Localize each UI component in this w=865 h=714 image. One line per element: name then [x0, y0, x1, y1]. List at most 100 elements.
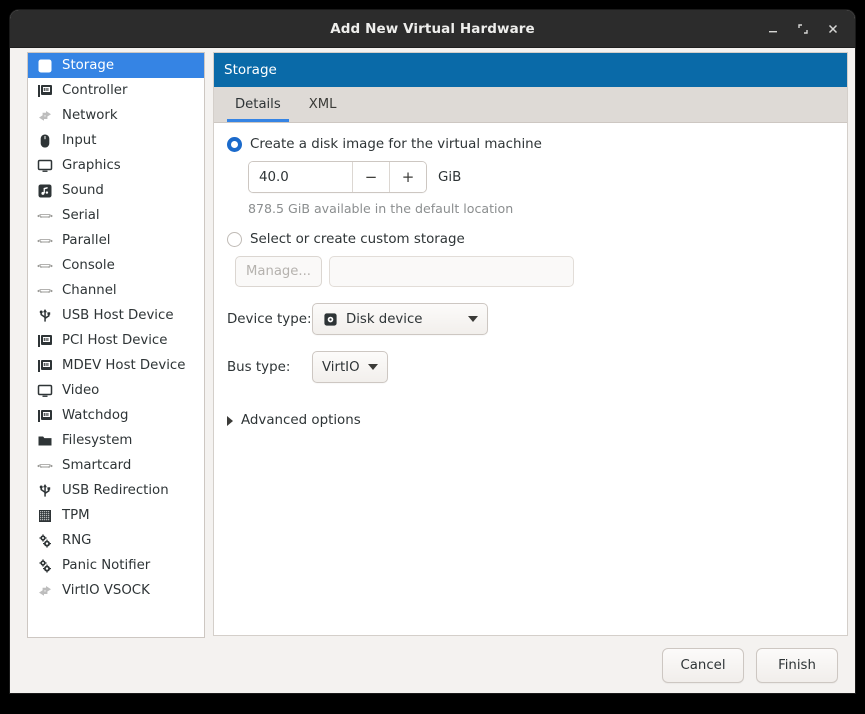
sidebar-item-label: RNG: [62, 533, 92, 548]
sidebar-item-network[interactable]: Network: [28, 103, 204, 128]
title-bar: Add New Virtual Hardware: [10, 10, 855, 48]
sidebar-item-serial[interactable]: Serial: [28, 203, 204, 228]
hardware-category-list[interactable]: Storage Controller Network Input Graphics Sou…: [27, 52, 205, 638]
sidebar-item-label: TPM: [62, 508, 90, 523]
tab-details-label: Details: [235, 97, 281, 112]
card-icon: [37, 83, 53, 99]
sidebar-item-filesystem[interactable]: Filesystem: [28, 428, 204, 453]
disk-size-decrement-button[interactable]: −: [352, 162, 389, 192]
minimize-button[interactable]: [759, 15, 787, 43]
sidebar-item-panic-notifier[interactable]: Panic Notifier: [28, 553, 204, 578]
cancel-button[interactable]: Cancel: [662, 647, 744, 683]
advanced-options-expander[interactable]: Advanced options: [227, 413, 847, 428]
disk-size-spinner[interactable]: 40.0 − +: [248, 161, 427, 193]
bus-type-row: Bus type: VirtIO: [227, 351, 847, 383]
port-icon: [37, 208, 53, 224]
bus-type-value: VirtIO: [322, 359, 360, 375]
sidebar-item-label: Parallel: [62, 233, 111, 248]
disk-icon: [37, 58, 53, 74]
disk-size-input[interactable]: 40.0: [249, 162, 352, 192]
port-icon: [37, 258, 53, 274]
sidebar-item-smartcard[interactable]: Smartcard: [28, 453, 204, 478]
custom-storage-row: Manage...: [235, 256, 847, 287]
sidebar-item-label: Serial: [62, 208, 100, 223]
sidebar-item-label: Console: [62, 258, 115, 273]
sidebar-item-channel[interactable]: Channel: [28, 278, 204, 303]
sidebar-item-virtio-vsock[interactable]: VirtIO VSOCK: [28, 578, 204, 603]
card-icon: [37, 358, 53, 374]
chevron-down-icon: [468, 316, 478, 322]
port-icon: [37, 233, 53, 249]
gears-icon: [37, 558, 53, 574]
disk-size-increment-button[interactable]: +: [389, 162, 426, 192]
chevron-down-icon: [367, 364, 378, 370]
device-type-dropdown[interactable]: Disk device: [312, 303, 488, 335]
manage-button[interactable]: Manage...: [235, 256, 322, 287]
custom-storage-radio-label: Select or create custom storage: [250, 232, 465, 247]
sidebar-item-label: Graphics: [62, 158, 121, 173]
port-icon: [37, 458, 53, 474]
sidebar-item-usb-host-device[interactable]: USB Host Device: [28, 303, 204, 328]
network-icon: [37, 583, 53, 599]
card-icon: [37, 333, 53, 349]
sidebar-item-console[interactable]: Console: [28, 253, 204, 278]
custom-storage-radio-row[interactable]: Select or create custom storage: [227, 232, 847, 247]
panel-header-title: Storage: [224, 62, 277, 78]
sidebar-item-input[interactable]: Input: [28, 128, 204, 153]
mouse-icon: [37, 133, 53, 149]
create-disk-radio[interactable]: [227, 137, 242, 152]
tab-xml-label: XML: [308, 97, 337, 112]
close-icon: [828, 24, 838, 33]
advanced-options-label: Advanced options: [241, 413, 361, 428]
tab-bar[interactable]: Details XML: [214, 87, 847, 123]
minimize-icon: [769, 30, 777, 32]
sidebar-item-video[interactable]: Video: [28, 378, 204, 403]
device-type-value: Disk device: [346, 311, 423, 327]
card-icon: [37, 408, 53, 424]
sidebar-item-label: VirtIO VSOCK: [62, 583, 150, 598]
window-title: Add New Virtual Hardware: [330, 20, 535, 37]
create-disk-radio-row[interactable]: Create a disk image for the virtual mach…: [227, 137, 847, 152]
maximize-icon: [798, 23, 808, 34]
create-disk-radio-label: Create a disk image for the virtual mach…: [250, 137, 542, 152]
sidebar-item-label: PCI Host Device: [62, 333, 168, 348]
sidebar-item-graphics[interactable]: Graphics: [28, 153, 204, 178]
sidebar-item-watchdog[interactable]: Watchdog: [28, 403, 204, 428]
panel-header: Storage: [214, 53, 847, 87]
sidebar-item-storage[interactable]: Storage: [28, 53, 204, 78]
folder-icon: [37, 433, 53, 449]
close-button[interactable]: [819, 15, 847, 43]
sidebar-item-usb-redirection[interactable]: USB Redirection: [28, 478, 204, 503]
details-panel: Storage Details XML Create a disk image …: [213, 52, 848, 636]
storage-form: Create a disk image for the virtual mach…: [214, 123, 847, 428]
bus-type-dropdown[interactable]: VirtIO: [312, 351, 388, 383]
port-icon: [37, 283, 53, 299]
sidebar-item-sound[interactable]: Sound: [28, 178, 204, 203]
custom-storage-radio[interactable]: [227, 232, 242, 247]
tab-details[interactable]: Details: [221, 87, 295, 122]
maximize-button[interactable]: [789, 15, 817, 43]
sidebar-item-mdev-host-device[interactable]: MDEV Host Device: [28, 353, 204, 378]
sidebar-item-label: Panic Notifier: [62, 558, 151, 573]
sidebar-item-label: Watchdog: [62, 408, 129, 423]
sidebar-item-pci-host-device[interactable]: PCI Host Device: [28, 328, 204, 353]
finish-button[interactable]: Finish: [756, 647, 838, 683]
sidebar-item-controller[interactable]: Controller: [28, 78, 204, 103]
gears-icon: [37, 533, 53, 549]
monitor-icon: [37, 158, 53, 174]
custom-storage-path-input[interactable]: [328, 256, 574, 287]
sidebar-item-label: Sound: [62, 183, 104, 198]
sidebar-item-rng[interactable]: RNG: [28, 528, 204, 553]
sidebar-item-tpm[interactable]: TPM: [28, 503, 204, 528]
triangle-right-icon: [227, 415, 233, 426]
sidebar-item-label: Storage: [62, 58, 115, 73]
bus-type-label: Bus type:: [227, 359, 291, 375]
sidebar-item-label: MDEV Host Device: [62, 358, 186, 373]
sidebar-item-label: Controller: [62, 83, 128, 98]
network-icon: [37, 108, 53, 124]
sidebar-item-label: Channel: [62, 283, 117, 298]
sidebar-item-label: Video: [62, 383, 100, 398]
tab-xml[interactable]: XML: [295, 87, 351, 122]
sidebar-item-parallel[interactable]: Parallel: [28, 228, 204, 253]
usb-icon: [37, 483, 53, 499]
